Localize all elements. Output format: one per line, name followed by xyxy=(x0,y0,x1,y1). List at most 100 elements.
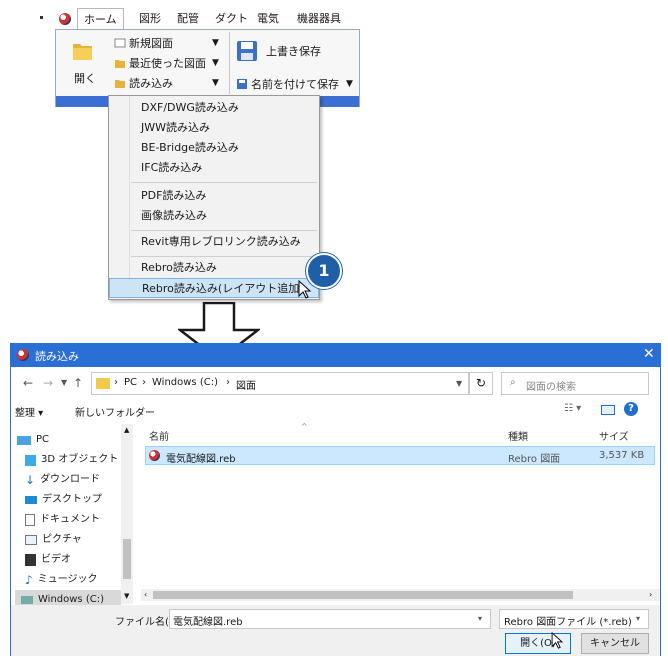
save-disk-icon xyxy=(237,41,257,61)
organize-button[interactable]: 整理 ▾ xyxy=(15,404,43,419)
file-scroll-thumb[interactable] xyxy=(153,591,573,599)
nav-pictures[interactable]: ピクチャ xyxy=(25,530,82,550)
breadcrumb-pc[interactable]: PC xyxy=(124,377,137,388)
filename-input[interactable]: 電気配線図.reb ▾ xyxy=(169,609,491,629)
back-icon[interactable]: ← xyxy=(23,376,33,390)
tab-electric[interactable]: 電気 xyxy=(251,8,285,30)
open-cursor-icon xyxy=(551,632,564,649)
refresh-icon: ↻ xyxy=(476,376,487,390)
3d-objects-icon xyxy=(25,454,36,466)
new-drawing-dropdown-icon[interactable]: ▼ xyxy=(212,38,219,48)
nav-music[interactable]: ♪ ミュージック xyxy=(25,570,97,590)
command-bar: 整理 ▾ 新しいフォルダー ☷ ▾ ? xyxy=(11,398,660,422)
file-name: 電気配線図.reb xyxy=(166,454,236,465)
save-as-icon xyxy=(237,79,247,89)
filetype-dropdown-icon[interactable]: ▾ xyxy=(636,614,640,623)
tab-duct[interactable]: ダクト xyxy=(209,8,254,30)
breadcrumb-drive[interactable]: Windows (C:) xyxy=(152,377,218,388)
nav-scroll-thumb[interactable] xyxy=(123,539,131,579)
recent-drawing-button[interactable]: 最近使った図面 xyxy=(114,55,206,71)
file-type: Rebro 図面 xyxy=(508,454,561,465)
menu-item-revit-link[interactable]: Revit専用レブロリンク読み込み xyxy=(109,232,319,252)
music-icon: ♪ xyxy=(25,573,33,587)
file-scrollbar[interactable]: ‹ › xyxy=(141,589,660,601)
menu-item-rebro-layout[interactable]: Rebro読み込み(レイアウト追加) xyxy=(109,278,319,298)
navigation-pane: PC 3D オブジェクト ↓ ダウンロード デスクトップ ドキュメント ピクチャ … xyxy=(11,424,133,610)
nav-downloads[interactable]: ↓ ダウンロード xyxy=(25,470,100,490)
import-button[interactable]: 読み込み xyxy=(114,75,173,91)
tab-equipment[interactable]: 機器器具 xyxy=(291,8,347,30)
nav-desktop[interactable]: デスクトップ xyxy=(25,490,102,510)
menu-item-image[interactable]: 画像読み込み xyxy=(109,206,319,226)
overwrite-save-button[interactable]: 上書き保存 xyxy=(236,40,321,62)
save-as-label: 名前を付けて保存 xyxy=(251,78,339,91)
view-options-icon[interactable]: ☷ ▾ xyxy=(564,403,581,414)
refresh-button[interactable]: ↻ xyxy=(469,372,493,395)
file-size: 3,537 KB xyxy=(599,450,645,461)
import-dropdown-icon[interactable]: ▼ xyxy=(212,78,219,88)
download-icon: ↓ xyxy=(25,473,36,487)
filetype-value: Rebro 図面ファイル (*.reb) xyxy=(504,617,632,628)
dialog-title: 読み込み xyxy=(35,350,79,363)
save-as-button[interactable]: 名前を付けて保存 xyxy=(236,76,339,92)
scroll-right-icon[interactable]: › xyxy=(649,590,652,599)
open-button[interactable]: 開く xyxy=(66,38,102,88)
ribbon-tabbar: ホーム 図形 配管 ダクト 電気 機器器具 xyxy=(55,8,355,30)
menu-item-pdf[interactable]: PDF読み込み xyxy=(109,186,319,206)
forward-icon[interactable]: → xyxy=(43,376,53,390)
tab-shapes[interactable]: 図形 xyxy=(133,8,167,30)
new-doc-icon xyxy=(114,38,126,48)
folder-small-icon xyxy=(115,60,125,68)
search-icon: ⌕ xyxy=(510,377,516,388)
filetype-select[interactable]: Rebro 図面ファイル (*.reb) ▾ xyxy=(499,609,649,629)
new-drawing-button[interactable]: 新規図面 xyxy=(114,35,173,51)
dialog-app-icon xyxy=(17,349,29,361)
address-dropdown-icon[interactable]: ▼ xyxy=(456,379,462,388)
column-type[interactable]: 種類 xyxy=(508,428,528,443)
help-icon[interactable]: ? xyxy=(624,402,638,416)
recent-dropdown-icon[interactable]: ▼ xyxy=(212,58,219,68)
search-input[interactable]: ⌕ 図面の検索 xyxy=(501,372,649,395)
scroll-down-icon[interactable]: ▼ xyxy=(124,592,129,600)
nav-3d-objects[interactable]: 3D オブジェクト xyxy=(25,450,118,470)
menu-item-dxf[interactable]: DXF/DWG読み込み xyxy=(109,98,319,118)
filename-dropdown-icon[interactable]: ▾ xyxy=(478,614,482,623)
import-label: 読み込み xyxy=(129,77,173,90)
folder-icon xyxy=(73,44,92,60)
new-folder-button[interactable]: 新しいフォルダー xyxy=(75,404,155,419)
overwrite-save-label: 上書き保存 xyxy=(266,45,321,58)
dialog-titlebar: 読み込み ✕ xyxy=(11,344,660,367)
nav-scrollbar[interactable]: ▲ ▼ xyxy=(121,424,133,604)
cancel-button[interactable]: キャンセル xyxy=(581,633,649,654)
history-dropdown-icon[interactable]: ▼ xyxy=(61,378,67,387)
tab-home[interactable]: ホーム xyxy=(77,8,124,30)
drive-icon xyxy=(21,596,33,604)
column-size[interactable]: サイズ xyxy=(599,428,629,443)
videos-icon xyxy=(25,554,36,566)
address-bar[interactable]: › PC › Windows (C:) › 図面 ▼ xyxy=(91,372,469,395)
menu-item-rebro[interactable]: Rebro読み込み xyxy=(109,258,319,278)
app-logo-icon xyxy=(59,13,71,25)
close-icon[interactable]: ✕ xyxy=(643,346,655,362)
nav-pc[interactable]: PC xyxy=(17,430,49,450)
nav-videos[interactable]: ビデオ xyxy=(25,550,71,570)
filename-value: 電気配線図.reb xyxy=(173,617,243,628)
preview-pane-icon[interactable] xyxy=(601,405,615,415)
reb-file-icon xyxy=(149,450,160,461)
menu-item-jww[interactable]: JWW読み込み xyxy=(109,118,319,138)
file-row[interactable]: 電気配線図.reb Rebro 図面 3,537 KB xyxy=(145,446,655,465)
tab-piping[interactable]: 配管 xyxy=(171,8,205,30)
menu-item-ifc[interactable]: IFC読み込み xyxy=(109,158,319,178)
scroll-left-icon[interactable]: ‹ xyxy=(144,590,147,599)
import-folder-icon xyxy=(115,80,125,88)
save-as-dropdown-icon[interactable]: ▼ xyxy=(346,79,353,89)
breadcrumb-folder[interactable]: 図面 xyxy=(236,377,256,392)
column-name[interactable]: 名前 xyxy=(149,428,169,443)
menu-item-bebridge[interactable]: BE-Bridge読み込み xyxy=(109,138,319,158)
address-row: ← → ▼ ↑ › PC › Windows (C:) › 図面 ▼ ↻ ⌕ 図… xyxy=(17,372,657,396)
documents-icon xyxy=(25,514,35,526)
nav-documents[interactable]: ドキュメント xyxy=(25,510,100,530)
up-icon[interactable]: ↑ xyxy=(73,376,83,390)
scroll-up-icon[interactable]: ▲ xyxy=(124,426,129,434)
import-dialog: 読み込み ✕ ← → ▼ ↑ › PC › Windows (C:) › 図面 … xyxy=(10,343,661,656)
